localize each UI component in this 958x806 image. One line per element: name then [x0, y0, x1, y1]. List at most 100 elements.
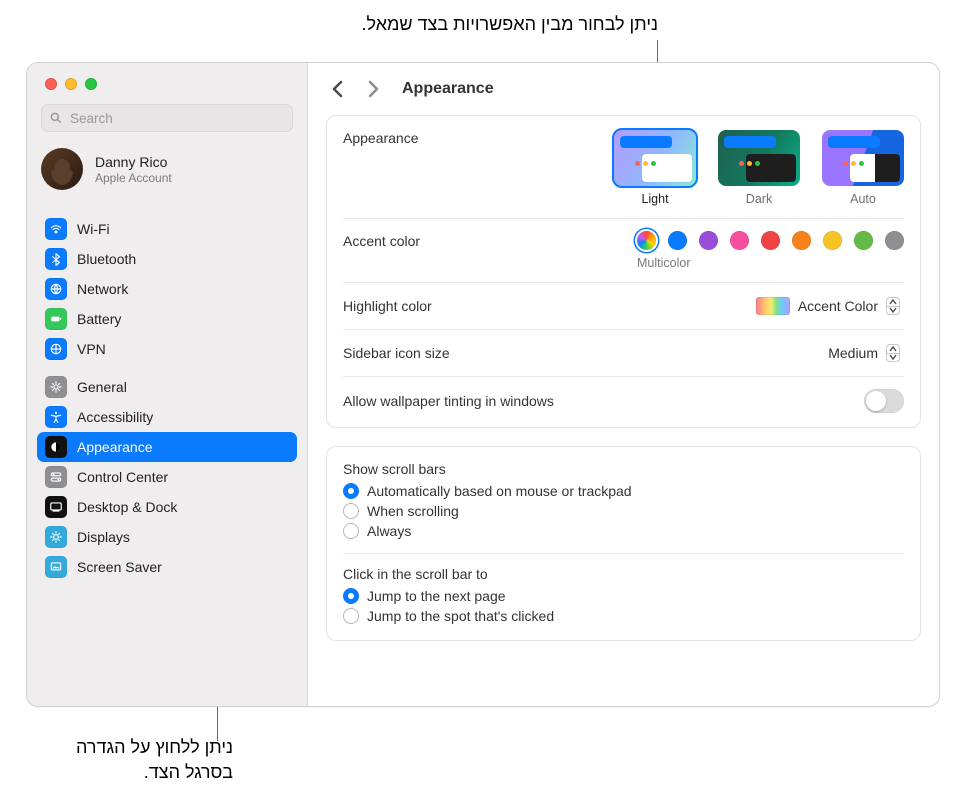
sidebar-nav: Wi-Fi Bluetooth Network Battery VPN General A… — [27, 204, 307, 592]
sidebar: Danny Rico Apple Account Wi-Fi Bluetooth N… — [27, 63, 308, 706]
sidebar-item-accessibility[interactable]: Accessibility — [37, 402, 297, 432]
sidebar-item-label: VPN — [77, 341, 106, 357]
callout-bottom-line1: ניתן ללחוץ על הגדרה — [76, 735, 233, 759]
accent-swatch-purple[interactable] — [699, 231, 718, 250]
accent-swatch-multicolor[interactable] — [637, 231, 656, 250]
tinting-label: Allow wallpaper tinting in windows — [343, 393, 864, 409]
chevron-left-icon — [332, 80, 343, 98]
highlight-popup[interactable]: Accent Color — [748, 295, 904, 317]
vpn-icon — [45, 338, 67, 360]
appearance-option-auto[interactable]: Auto — [822, 130, 904, 206]
sidebar-item-appearance[interactable]: Appearance — [37, 432, 297, 462]
settings-window: Danny Rico Apple Account Wi-Fi Bluetooth N… — [26, 62, 940, 707]
sidebar-item-label: Control Center — [77, 469, 168, 485]
content-pane: Appearance Appearance Light Dark — [308, 63, 939, 706]
scrollclick-option-1[interactable]: Jump to the spot that's clicked — [343, 606, 904, 626]
sidebar-item-label: Bluetooth — [77, 251, 136, 267]
sidebar-item-wifi[interactable]: Wi-Fi — [37, 214, 297, 244]
sidebar-item-label: Network — [77, 281, 128, 297]
general-icon — [45, 376, 67, 398]
sidebar-item-label: Battery — [77, 311, 121, 327]
radio-icon — [343, 608, 359, 624]
accent-swatch-red[interactable] — [761, 231, 780, 250]
highlight-value: Accent Color — [798, 298, 878, 314]
appearance-thumb-label: Light — [641, 192, 668, 206]
radio-icon — [343, 483, 359, 499]
minimize-icon[interactable] — [65, 78, 77, 90]
sidebar-item-general[interactable]: General — [37, 372, 297, 402]
callout-top-text: ניתן לבחור מבין האפשרויות בצד שמאל. — [362, 14, 658, 35]
screensaver-icon — [45, 556, 67, 578]
close-icon[interactable] — [45, 78, 57, 90]
wifi-icon — [45, 218, 67, 240]
accent-label: Accent color — [343, 233, 637, 249]
sidebar-item-screensaver[interactable]: Screen Saver — [37, 552, 297, 582]
scrollclick-heading: Click in the scroll bar to — [343, 566, 904, 582]
chevron-right-icon — [368, 80, 379, 98]
maximize-icon[interactable] — [85, 78, 97, 90]
appearance-option-dark[interactable]: Dark — [718, 130, 800, 206]
dock-icon — [45, 496, 67, 518]
scrollbars-heading: Show scroll bars — [343, 461, 904, 477]
panel-scrollbars: Show scroll bars Automatically based on … — [326, 446, 921, 641]
search-input[interactable] — [41, 104, 293, 132]
account-name: Danny Rico — [95, 154, 172, 170]
highlight-sample-swatch — [756, 297, 790, 315]
panel-appearance: Appearance Light Dark — [326, 115, 921, 428]
switch-knob — [866, 391, 886, 411]
displays-icon — [45, 526, 67, 548]
account-text: Danny Rico Apple Account — [95, 154, 172, 185]
sidebar-item-network[interactable]: Network — [37, 274, 297, 304]
iconsize-value: Medium — [828, 345, 878, 361]
network-icon — [45, 278, 67, 300]
window-controls — [27, 63, 307, 98]
controlcenter-icon — [45, 466, 67, 488]
appearance-thumb-auto — [822, 130, 904, 186]
tinting-switch[interactable] — [864, 389, 904, 413]
search-field-wrapper — [41, 104, 293, 132]
accent-swatch-orange[interactable] — [792, 231, 811, 250]
appearance-icon — [45, 436, 67, 458]
iconsize-label: Sidebar icon size — [343, 345, 820, 361]
iconsize-popup[interactable]: Medium — [820, 342, 904, 364]
stepper-icon — [886, 297, 900, 315]
sidebar-item-label: Appearance — [77, 439, 153, 455]
radio-icon — [343, 523, 359, 539]
sidebar-item-label: Desktop & Dock — [77, 499, 177, 515]
accent-swatch-blue[interactable] — [668, 231, 687, 250]
appearance-label: Appearance — [343, 130, 614, 146]
accent-swatch-yellow[interactable] — [823, 231, 842, 250]
accent-swatch-graphite[interactable] — [885, 231, 904, 250]
scrollbars-option-2[interactable]: Always — [343, 521, 904, 541]
sidebar-item-vpn[interactable]: VPN — [37, 334, 297, 364]
sidebar-item-battery[interactable]: Battery — [37, 304, 297, 334]
scrollbars-option-0[interactable]: Automatically based on mouse or trackpad — [343, 481, 904, 501]
appearance-thumb-dark — [718, 130, 800, 186]
account-row[interactable]: Danny Rico Apple Account — [27, 142, 307, 204]
accessibility-icon — [45, 406, 67, 428]
back-button[interactable] — [324, 76, 350, 102]
accent-swatch-pink[interactable] — [730, 231, 749, 250]
sidebar-item-dock[interactable]: Desktop & Dock — [37, 492, 297, 522]
appearance-option-light[interactable]: Light — [614, 130, 696, 206]
radio-icon — [343, 588, 359, 604]
sidebar-item-displays[interactable]: Displays — [37, 522, 297, 552]
battery-icon — [45, 308, 67, 330]
sidebar-item-controlcenter[interactable]: Control Center — [37, 462, 297, 492]
scrollbars-option-1[interactable]: When scrolling — [343, 501, 904, 521]
radio-label: Always — [367, 523, 411, 539]
accent-swatch-green[interactable] — [854, 231, 873, 250]
appearance-thumb-label: Dark — [746, 192, 772, 206]
callout-bottom-text: ניתן ללחוץ על הגדרה בסרגל הצד. — [76, 735, 233, 784]
search-icon — [49, 111, 63, 125]
sidebar-item-label: General — [77, 379, 127, 395]
forward-button[interactable] — [360, 76, 386, 102]
account-subtitle: Apple Account — [95, 171, 172, 185]
sidebar-item-bluetooth[interactable]: Bluetooth — [37, 244, 297, 274]
sidebar-item-label: Displays — [77, 529, 130, 545]
toolbar: Appearance — [308, 63, 939, 115]
stepper-icon — [886, 344, 900, 362]
page-title: Appearance — [402, 80, 494, 98]
scrollclick-option-0[interactable]: Jump to the next page — [343, 586, 904, 606]
sidebar-item-label: Accessibility — [77, 409, 153, 425]
